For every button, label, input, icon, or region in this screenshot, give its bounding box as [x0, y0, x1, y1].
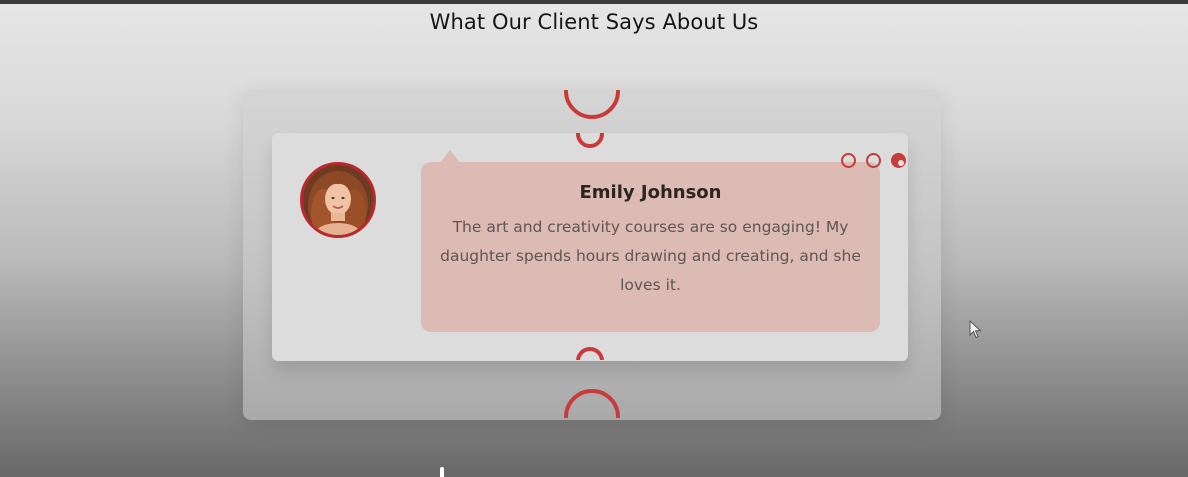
top-border-strip	[0, 0, 1188, 4]
carousel-dot-3[interactable]	[891, 153, 906, 168]
testimonial-bubble: Emily Johnson The art and creativity cou…	[421, 162, 880, 332]
carousel-pagination	[841, 153, 906, 168]
avatar	[300, 162, 376, 238]
mouse-pointer-icon	[969, 320, 982, 339]
decorative-arc-bottom-large	[564, 389, 620, 418]
reviewer-name: Emily Johnson	[579, 182, 722, 203]
section-title: What Our Client Says About Us	[429, 10, 759, 34]
scroll-indicator	[440, 467, 444, 477]
decorative-arc-top-large	[564, 90, 620, 119]
carousel-dot-1[interactable]	[841, 153, 856, 168]
carousel-dot-2[interactable]	[866, 153, 881, 168]
woman-portrait-avatar-icon	[303, 165, 373, 235]
testimonial-text: The art and creativity courses are so en…	[440, 218, 861, 294]
